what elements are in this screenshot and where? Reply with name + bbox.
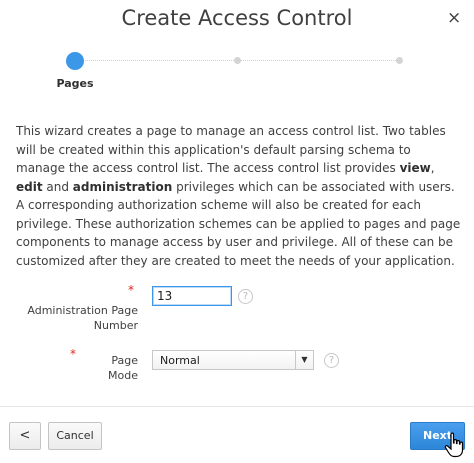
description-text-1: This wizard creates a page to manage an … <box>16 124 446 175</box>
page-number-input[interactable] <box>152 286 232 306</box>
dialog-title: Create Access Control <box>121 6 353 30</box>
hand-cursor-icon <box>444 432 464 458</box>
description-sep-1: , <box>430 161 435 175</box>
close-icon[interactable]: × <box>447 8 461 28</box>
description-sep-2: and <box>42 179 73 194</box>
page-number-label-line1: Administration Page <box>27 304 138 317</box>
page-mode-value: Normal <box>160 354 200 367</box>
step-dot-3 <box>396 57 403 64</box>
description-administration: administration <box>72 179 173 194</box>
description-view: view <box>399 161 431 175</box>
chevron-down-icon: ▼ <box>295 351 313 369</box>
chevron-left-icon: < <box>19 428 31 443</box>
page-number-help-icon[interactable]: ? <box>238 289 253 304</box>
page-mode-select[interactable]: Normal ▼ <box>152 350 314 370</box>
page-number-label: Administration Page Number <box>20 303 138 333</box>
page-mode-label: Page Mode <box>108 354 138 382</box>
page-number-label-line2: Number <box>93 319 138 332</box>
footer-divider <box>0 406 474 407</box>
step-dot-2 <box>234 57 241 64</box>
step-dot-pages <box>66 52 84 70</box>
back-button[interactable]: < <box>9 422 41 450</box>
step-label-pages: Pages <box>56 77 94 90</box>
description-edit: edit <box>16 179 43 194</box>
wizard-description: This wizard creates a page to manage an … <box>16 122 462 270</box>
required-marker-page-number: * <box>128 283 134 297</box>
page-mode-help-icon[interactable]: ? <box>324 353 339 368</box>
cancel-button[interactable]: Cancel <box>48 422 102 450</box>
required-marker-page-mode: * <box>70 347 76 361</box>
